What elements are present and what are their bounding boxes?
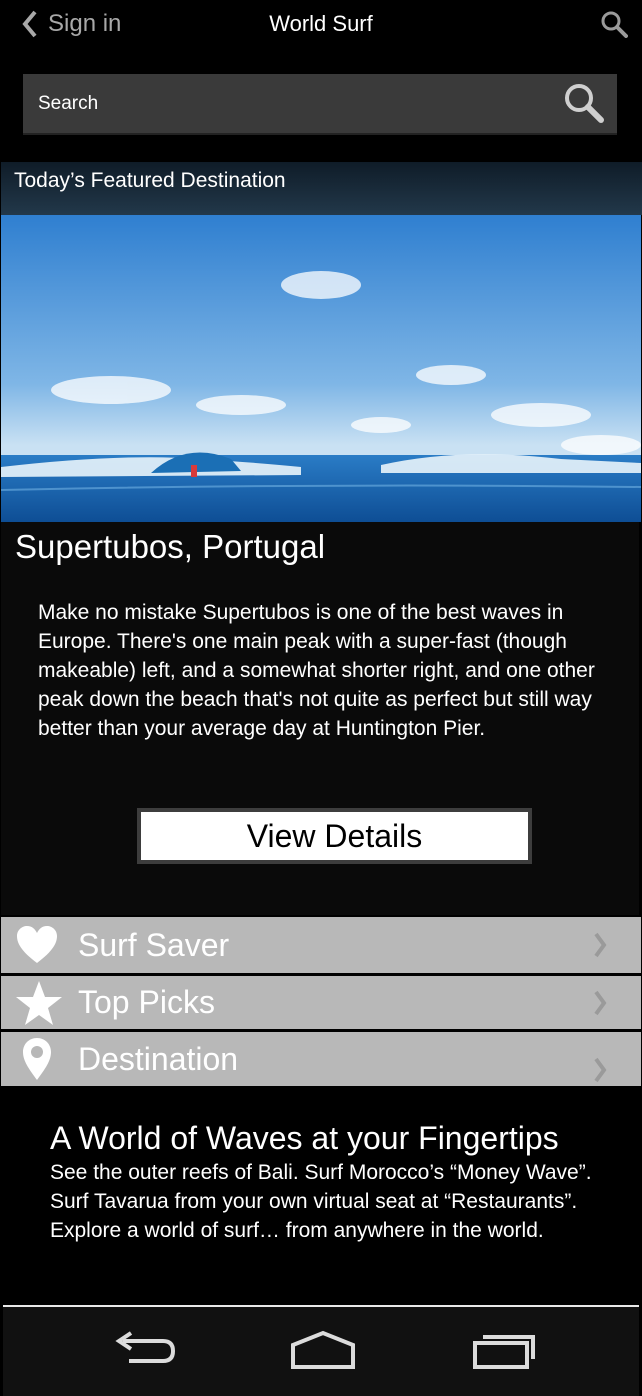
map-pin-icon — [23, 1038, 51, 1080]
search-icon[interactable] — [600, 10, 628, 43]
search-bar — [23, 74, 617, 135]
featured-destination-image[interactable] — [1, 215, 641, 522]
featured-heading: Today’s Featured Destination — [14, 169, 286, 192]
search-input[interactable] — [38, 92, 558, 115]
chevron-right-icon — [594, 932, 607, 958]
destination-title: Supertubos, Portugal — [15, 528, 326, 565]
top-bar: Sign in World Surf — [0, 0, 642, 56]
menu-item-surf-saver[interactable]: Surf Saver — [1, 917, 641, 973]
promo-text: See the outer reefs of Bali. Surf Morocc… — [50, 1161, 592, 1242]
promo-section: A World of Waves at your Fingertips See … — [3, 1088, 641, 1302]
menu-item-destination[interactable]: Destination — [1, 1032, 641, 1086]
home-nav-icon[interactable] — [289, 1329, 357, 1371]
featured-header: Today’s Featured Destination — [1, 162, 642, 215]
featured-card: Supertubos, Portugal Make no mistake Sup… — [1, 522, 639, 915]
promo-title: A World of Waves at your Fingertips — [50, 1120, 559, 1156]
back-nav-icon[interactable] — [111, 1329, 179, 1371]
menu-item-label: Surf Saver — [78, 926, 230, 963]
menu-item-label: Top Picks — [78, 984, 215, 1020]
chevron-right-icon — [594, 1057, 607, 1083]
app-title: World Surf — [269, 11, 373, 36]
menu-item-top-picks[interactable]: Top Picks — [1, 976, 641, 1029]
menu-item-label: Destination — [78, 1040, 239, 1077]
search-icon[interactable] — [563, 82, 605, 124]
heart-icon — [17, 926, 57, 963]
destination-description: Make no mistake Supertubos is one of the… — [38, 601, 595, 740]
chevron-right-icon — [594, 990, 607, 1015]
system-nav-bar — [3, 1305, 639, 1396]
star-icon — [16, 980, 62, 1025]
view-details-button[interactable]: View Details — [137, 808, 532, 864]
recent-apps-icon[interactable] — [471, 1329, 539, 1371]
